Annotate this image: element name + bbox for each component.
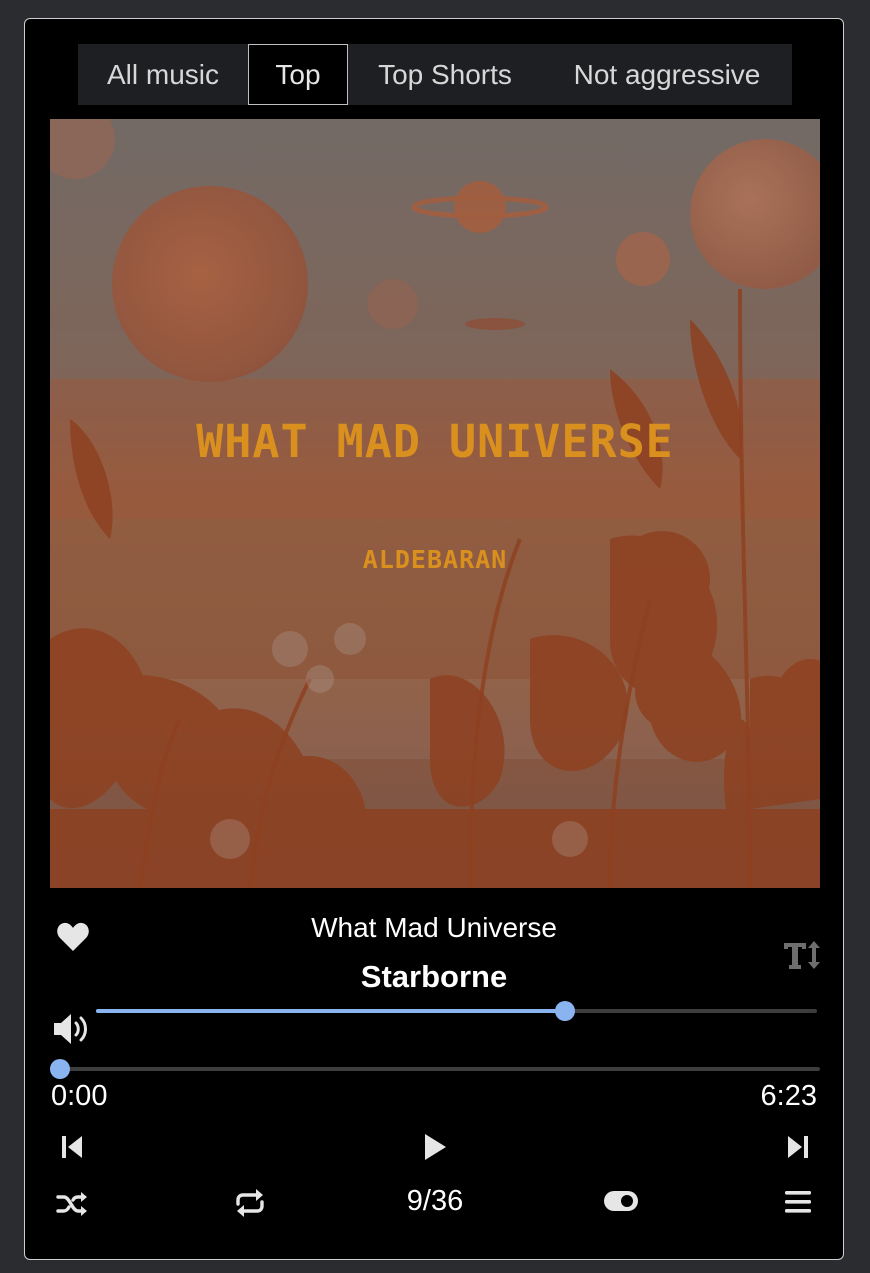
tab-top-shorts[interactable]: Top Shorts [348, 44, 542, 105]
toggle-icon[interactable] [603, 1190, 639, 1212]
playlist-tabs: All music Top Top Shorts Not aggressive [78, 44, 792, 105]
heart-icon[interactable] [56, 922, 90, 952]
track-counter: 9/36 [406, 1185, 464, 1217]
volume-icon[interactable] [52, 1012, 92, 1046]
album-artwork: WHAT MAD UNIVERSE ALDEBARAN [50, 119, 820, 888]
seek-slider[interactable] [50, 1059, 820, 1079]
repeat-icon[interactable] [234, 1187, 266, 1219]
album-name: What Mad Universe [311, 912, 557, 943]
seek-slider-handle[interactable] [50, 1059, 70, 1079]
artwork-artist-text: ALDEBARAN [362, 545, 508, 574]
tab-not-aggressive[interactable]: Not aggressive [542, 44, 792, 105]
track-duration: 6:23 [760, 1080, 817, 1112]
shuffle-icon[interactable] [56, 1191, 88, 1217]
menu-icon[interactable] [784, 1190, 812, 1214]
volume-level-fill [96, 1009, 565, 1013]
artwork-title-text: WHAT MAD UNIVERSE [196, 415, 674, 468]
track-title: Starborne [360, 959, 508, 994]
skip-previous-icon[interactable] [61, 1135, 83, 1159]
tab-all-music[interactable]: All music [78, 44, 248, 105]
volume-slider-handle[interactable] [554, 1001, 575, 1021]
skip-next-icon[interactable] [787, 1135, 809, 1159]
tab-top[interactable]: Top [248, 44, 348, 105]
artwork-illustration [50, 119, 820, 888]
text-size-icon[interactable] [782, 939, 822, 971]
current-time: 0:00 [51, 1080, 108, 1112]
volume-slider[interactable] [96, 1001, 817, 1021]
play-icon[interactable] [422, 1133, 448, 1161]
music-player: All music Top Top Shorts Not aggressive [24, 18, 844, 1260]
